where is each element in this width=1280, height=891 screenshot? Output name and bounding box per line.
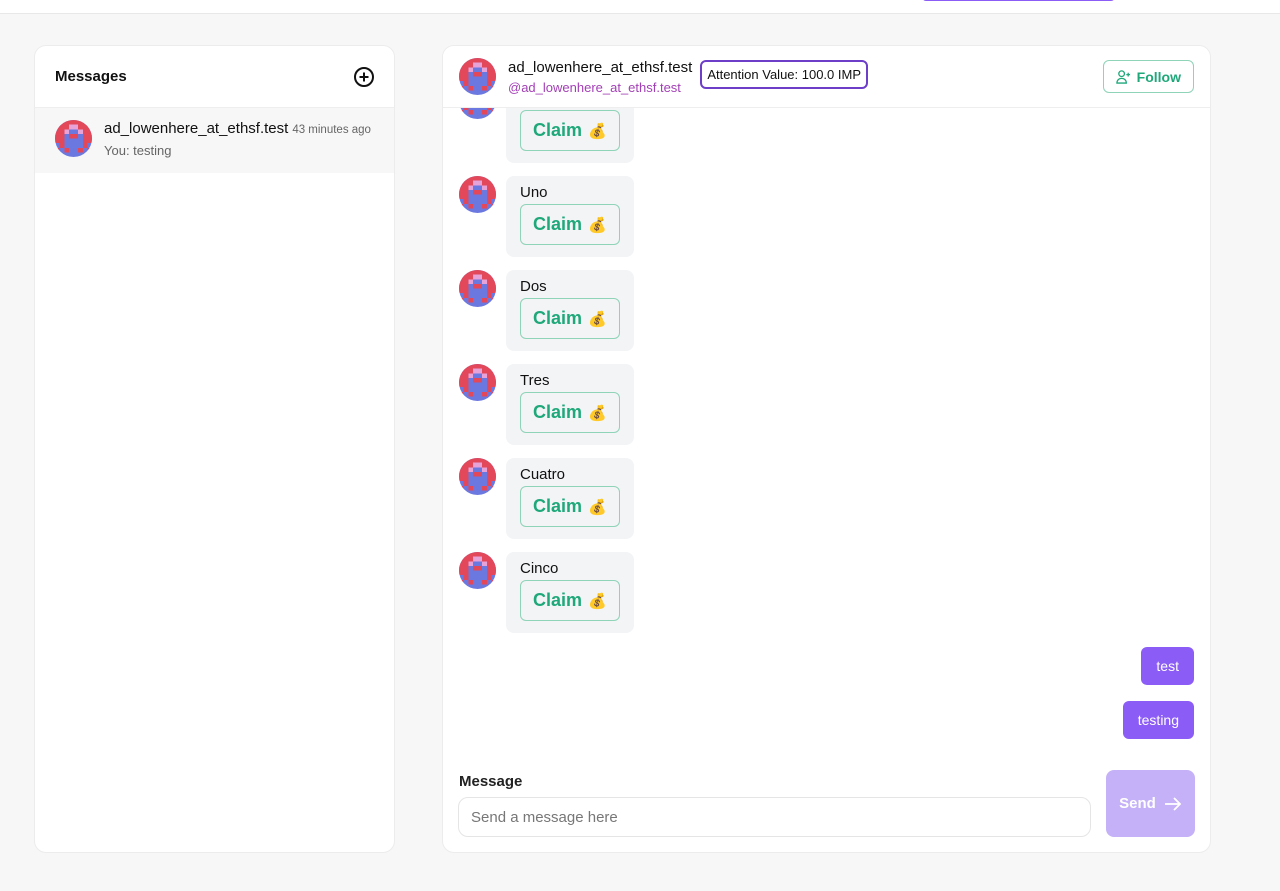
avatar — [459, 364, 496, 401]
message-bubble: Claim 💰 — [506, 108, 634, 163]
message-text: Dos — [520, 278, 547, 295]
claim-label: Claim — [533, 120, 583, 140]
message-input[interactable] — [458, 797, 1091, 837]
conversation-preview: You: testing — [104, 143, 172, 158]
avatar — [55, 120, 92, 157]
conversation-time: 43 minutes ago — [292, 124, 371, 136]
received-message: Claim 💰 — [459, 108, 634, 163]
sent-message: testing — [1122, 701, 1194, 739]
conversation-name: ad_lowenhere_at_ethsf.test — [104, 120, 289, 137]
attention-value-badge: Attention Value: 100.0 IMP — [700, 60, 869, 89]
avatar — [459, 176, 496, 213]
claim-button[interactable]: Claim 💰 — [520, 392, 620, 433]
message-text: Cuatro — [520, 466, 566, 483]
follow-button[interactable]: Follow — [1102, 60, 1194, 93]
claim-label: Claim — [533, 214, 583, 234]
message-bubble: Tres Claim 💰 — [506, 364, 634, 445]
chat-header: ad_lowenhere_at_ethsf.test @ad_lowenhere… — [443, 46, 1210, 108]
conversation-item[interactable]: ad_lowenhere_at_ethsf.test 43 minutes ago… — [35, 108, 394, 173]
claim-button[interactable]: Claim 💰 — [520, 298, 620, 339]
top-bar — [0, 0, 1280, 14]
message-text: Tres — [520, 372, 550, 389]
top-action-button[interactable] — [922, 0, 1115, 1]
message-text: Cinco — [520, 560, 559, 577]
claim-button[interactable]: Claim 💰 — [520, 486, 620, 527]
claim-label: Claim — [533, 308, 583, 328]
send-label: Send — [1119, 795, 1156, 812]
sent-message: test — [1141, 647, 1194, 685]
conversations-header: Messages — [35, 46, 394, 108]
chat-user-name: ad_lowenhere_at_ethsf.test — [508, 58, 693, 76]
claim-label: Claim — [533, 402, 583, 422]
chat-user-handle[interactable]: @ad_lowenhere_at_ethsf.test — [508, 80, 692, 95]
received-message: Cuatro Claim 💰 — [459, 458, 634, 539]
avatar — [459, 270, 496, 307]
message-bubble: Dos Claim 💰 — [506, 270, 634, 351]
received-message: Dos Claim 💰 — [459, 270, 634, 351]
claim-label: Claim — [533, 496, 583, 516]
money-bag-icon: 💰 — [588, 498, 607, 516]
avatar — [459, 552, 496, 589]
panel-title: Messages — [55, 68, 127, 85]
avatar — [459, 458, 496, 495]
money-bag-icon: 💰 — [588, 310, 607, 328]
claim-button[interactable]: Claim 💰 — [520, 110, 620, 151]
message-list[interactable]: Claim 💰 Uno Claim 💰 Dos Claim 💰 Tres Claim 💰… — [443, 108, 1210, 758]
send-button[interactable]: Send — [1106, 770, 1195, 837]
claim-button[interactable]: Claim 💰 — [520, 204, 620, 245]
message-bubble: Uno Claim 💰 — [506, 176, 634, 257]
money-bag-icon: 💰 — [588, 592, 607, 610]
received-message: Cinco Claim 💰 — [459, 552, 634, 633]
follow-label: Follow — [1136, 68, 1181, 85]
plus-circle-icon[interactable] — [354, 66, 374, 87]
message-text: Uno — [520, 184, 548, 201]
money-bag-icon: 💰 — [588, 404, 607, 422]
money-bag-icon: 💰 — [588, 122, 607, 140]
message-bubble: Cuatro Claim 💰 — [506, 458, 634, 539]
received-message: Uno Claim 💰 — [459, 176, 634, 257]
money-bag-icon: 💰 — [588, 216, 607, 234]
message-label: Message — [459, 773, 523, 790]
claim-button[interactable]: Claim 💰 — [520, 580, 620, 621]
arrow-right-icon — [1164, 796, 1182, 811]
received-message: Tres Claim 💰 — [459, 364, 634, 445]
chat-panel: ad_lowenhere_at_ethsf.test @ad_lowenhere… — [442, 45, 1211, 853]
user-plus-icon — [1115, 70, 1130, 84]
avatar — [459, 58, 496, 95]
avatar — [459, 108, 496, 119]
message-bubble: Cinco Claim 💰 — [506, 552, 634, 633]
conversations-panel: Messages ad_lowenhere_at_ethsf.test 43 mi… — [34, 45, 395, 853]
claim-label: Claim — [533, 590, 583, 610]
